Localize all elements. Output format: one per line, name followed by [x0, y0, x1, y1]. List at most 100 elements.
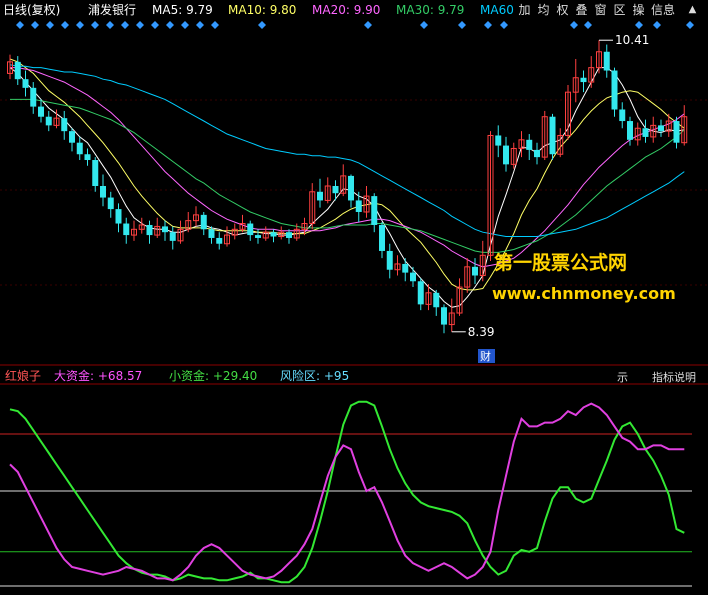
- toolbar-window-button[interactable]: 窗: [591, 2, 610, 18]
- candle-body: [286, 232, 292, 238]
- candle-body: [627, 121, 633, 140]
- candle-body: [441, 307, 447, 325]
- info-diamond-icon: [420, 21, 428, 29]
- toolbar-overlay-button[interactable]: 叠: [572, 2, 591, 18]
- ma60-label: MA60: [480, 3, 514, 17]
- big-capital-line: [9, 400, 685, 584]
- candle-body: [216, 237, 223, 244]
- candle-body: [549, 116, 556, 155]
- toolbar-info-button[interactable]: 信息: [649, 2, 677, 18]
- toolbar-range-button[interactable]: 区: [610, 2, 629, 18]
- info-diamond-icon: [136, 21, 144, 29]
- candle-body: [146, 224, 153, 236]
- candle-body: [76, 142, 83, 155]
- toolbar-ma-button[interactable]: 均: [534, 2, 553, 18]
- indicator-name: 红娘子: [5, 369, 42, 383]
- candle-body: [332, 186, 339, 194]
- period-label: 日线(复权): [3, 3, 61, 17]
- candle-body: [162, 226, 168, 233]
- info-diamond-icon: [91, 21, 99, 29]
- risk-zone-label: 风险区: +95: [280, 369, 350, 383]
- info-diamond-icon: [653, 21, 661, 29]
- candle-body: [348, 175, 354, 201]
- ma10-label: MA10: 9.80: [228, 3, 297, 17]
- candle-body: [410, 272, 416, 282]
- candle-body: [61, 118, 68, 132]
- candle-body: [100, 186, 106, 198]
- candle-body: [603, 51, 610, 71]
- candle-body: [208, 229, 215, 238]
- finance-event-icon: 财: [480, 349, 491, 363]
- candle-body: [14, 61, 21, 80]
- info-diamond-icon: [686, 21, 694, 29]
- candle-body: [247, 223, 254, 236]
- candle-body: [169, 232, 176, 241]
- info-diamond-icon: [106, 21, 114, 29]
- info-diamond-icon: [166, 21, 174, 29]
- candle-body: [402, 263, 409, 273]
- collapse-arrow-icon[interactable]: ▲: [683, 2, 702, 18]
- low-price-label: 8.39: [468, 325, 495, 339]
- info-diamond-icon: [211, 21, 219, 29]
- toolbar-rights-button[interactable]: 权: [553, 2, 572, 18]
- indicator-help-button[interactable]: 指标说明: [652, 369, 696, 385]
- big-capital-label: 大资金: +68.57: [54, 369, 143, 383]
- candle-body: [38, 106, 44, 117]
- info-diamond-icon: [364, 21, 372, 29]
- candle-body: [123, 223, 130, 236]
- info-diamond-icon: [46, 21, 54, 29]
- candle-body: [379, 224, 385, 251]
- info-diamond-icon: [484, 21, 492, 29]
- ma5-label: MA5: 9.79: [152, 3, 213, 17]
- ma-line-ma30: [10, 98, 685, 253]
- info-diamond-icon: [31, 21, 39, 29]
- info-diamond-icon: [121, 21, 129, 29]
- toolbar-add-button[interactable]: 加: [515, 2, 534, 18]
- info-diamond-icon: [181, 21, 189, 29]
- info-diamond-icon: [151, 21, 159, 29]
- high-price-label: 10.41: [615, 33, 649, 47]
- watermark-title: 第一股票公式网: [494, 252, 628, 274]
- info-diamond-icon: [570, 21, 578, 29]
- candle-body: [371, 196, 378, 225]
- candle-body: [642, 128, 649, 137]
- candle-body: [270, 232, 277, 237]
- candle-body: [317, 191, 323, 201]
- candle-body: [115, 209, 122, 224]
- candle-body: [386, 250, 393, 270]
- candle-body: [526, 139, 533, 150]
- info-diamond-icon: [458, 21, 466, 29]
- info-diamond-icon: [196, 21, 204, 29]
- info-diamond-icon: [16, 21, 24, 29]
- candle-body: [472, 266, 478, 276]
- info-diamond-icon: [584, 21, 592, 29]
- candle-body: [417, 281, 424, 305]
- candle-body: [495, 135, 502, 146]
- ma30-label: MA30: 9.79: [396, 3, 465, 17]
- candle-body: [355, 200, 362, 212]
- candle-body: [69, 131, 75, 143]
- info-diamond-icon: [258, 21, 266, 29]
- info-diamond-icon: [500, 21, 508, 29]
- ma20-label: MA20: 9.90: [312, 3, 381, 17]
- toolbar-trade-button[interactable]: 操: [629, 2, 648, 18]
- candle-body: [30, 87, 37, 107]
- info-diamond-icon: [635, 21, 643, 29]
- candle-body: [255, 235, 261, 238]
- candle-body: [534, 149, 540, 158]
- candle-body: [503, 145, 509, 165]
- candle-body: [107, 197, 114, 210]
- candle-body: [611, 70, 618, 110]
- candle-body: [673, 121, 680, 143]
- indicator-tool-button[interactable]: 示: [617, 369, 628, 385]
- candle-body: [45, 116, 52, 126]
- stock-name: 浦发银行: [88, 3, 137, 17]
- candle-body: [92, 160, 99, 186]
- small-capital-line: [9, 402, 685, 582]
- candle-body: [619, 109, 626, 122]
- candle-body: [580, 77, 587, 83]
- candle-body: [433, 292, 440, 308]
- candle-body: [658, 125, 664, 132]
- watermark-url: www.chnmoney.com: [492, 284, 676, 303]
- candle-body: [22, 79, 29, 88]
